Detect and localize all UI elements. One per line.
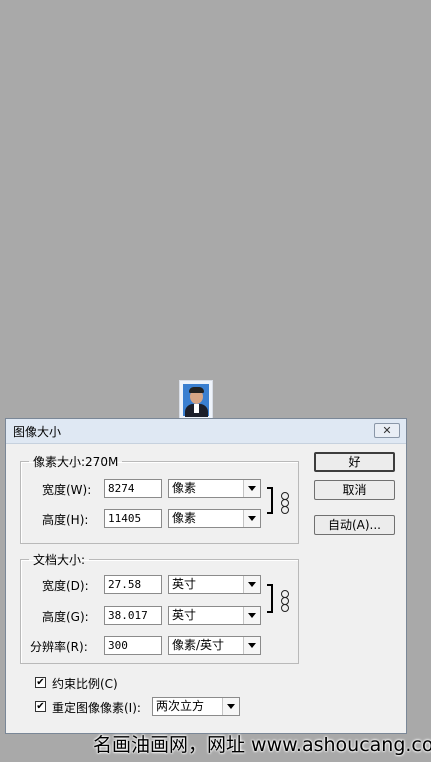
resample-image-checkbox[interactable]: ✔ <box>35 701 46 712</box>
document-size-legend: 文档大小: <box>33 553 86 567</box>
resolution-unit-value: 像素/英寸 <box>172 638 225 652</box>
ok-button[interactable]: 好 <box>314 452 395 472</box>
dialog-title: 图像大小 <box>13 425 62 439</box>
resample-method-value: 两次立方 <box>156 699 205 713</box>
pixel-dimensions-group: 像素大小:270M <box>20 453 299 544</box>
resample-method-select[interactable]: 两次立方 <box>152 697 240 716</box>
resolution-input[interactable]: 300 <box>104 636 162 655</box>
pixel-link-bracket <box>267 487 273 514</box>
doc-height-unit-select[interactable]: 英寸 <box>168 606 261 625</box>
constrain-proportions-checkbox[interactable]: ✔ <box>35 677 46 688</box>
close-button[interactable]: ✕ <box>374 423 400 438</box>
chevron-down-icon[interactable] <box>243 637 260 654</box>
pixel-width-input[interactable]: 8274 <box>104 479 162 498</box>
chevron-down-icon[interactable] <box>243 576 260 593</box>
chain-link-icon <box>281 492 289 514</box>
pixel-width-unit-select[interactable]: 像素 <box>168 479 261 498</box>
doc-width-label: 宽度(D): <box>42 579 89 593</box>
doc-height-label: 高度(G): <box>42 610 89 624</box>
constrain-proportions-label[interactable]: 约束比例(C) <box>52 675 118 692</box>
doc-height-unit-value: 英寸 <box>172 608 197 622</box>
resolution-label: 分辨率(R): <box>30 640 88 654</box>
doc-height-input[interactable]: 38.017 <box>104 606 162 625</box>
image-size-dialog: 图像大小 ✕ 像素大小:270M 宽度(W): 8274 像素 高度(H): 1… <box>5 418 407 734</box>
doc-width-unit-select[interactable]: 英寸 <box>168 575 261 594</box>
close-icon: ✕ <box>382 424 392 437</box>
watermark-text: 名画油画网，网址 www.ashoucang.com <box>93 734 431 756</box>
pixel-height-unit-value: 像素 <box>172 511 197 525</box>
chevron-down-icon[interactable] <box>222 698 239 715</box>
dialog-titlebar[interactable]: 图像大小 ✕ <box>6 419 406 444</box>
pixel-dimensions-legend: 像素大小:270M <box>33 455 119 469</box>
doc-width-input[interactable]: 27.58 <box>104 575 162 594</box>
chevron-down-icon[interactable] <box>243 607 260 624</box>
resample-image-label[interactable]: 重定图像像素(I): <box>52 699 141 716</box>
doc-width-unit-value: 英寸 <box>172 577 197 591</box>
pixel-width-unit-value: 像素 <box>172 481 197 495</box>
auto-button[interactable]: 自动(A)... <box>314 515 395 535</box>
pixel-width-label: 宽度(W): <box>42 483 92 497</box>
image-thumbnail <box>179 380 213 420</box>
checkmark-icon: ✔ <box>36 701 45 712</box>
resolution-unit-select[interactable]: 像素/英寸 <box>168 636 261 655</box>
checkmark-icon: ✔ <box>36 677 45 688</box>
pixel-height-input[interactable]: 11405 <box>104 509 162 528</box>
chevron-down-icon[interactable] <box>243 480 260 497</box>
pixel-height-label: 高度(H): <box>42 513 89 527</box>
doc-link-bracket <box>267 584 273 613</box>
pixel-height-unit-select[interactable]: 像素 <box>168 509 261 528</box>
chevron-down-icon[interactable] <box>243 510 260 527</box>
chain-link-icon <box>281 590 289 612</box>
cancel-button[interactable]: 取消 <box>314 480 395 500</box>
